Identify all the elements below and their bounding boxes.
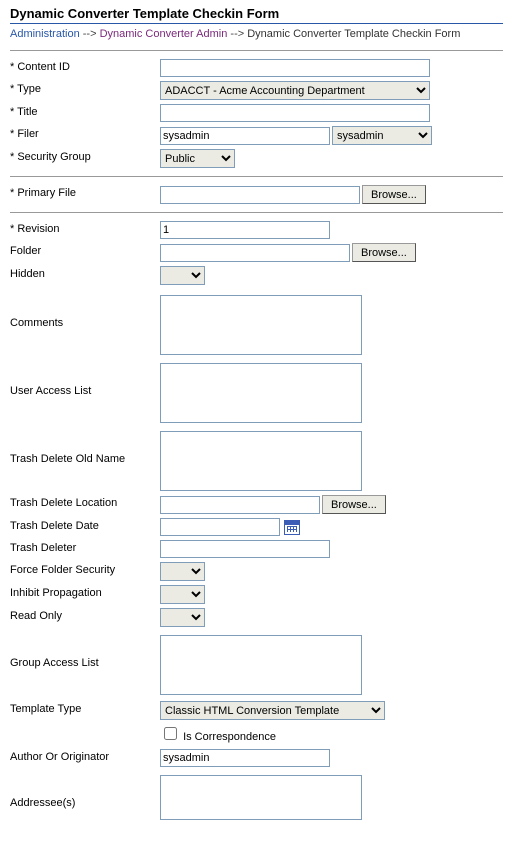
is-correspondence-label[interactable]: Is Correspondence xyxy=(183,731,276,743)
page-title: Dynamic Converter Template Checkin Form xyxy=(10,6,503,21)
breadcrumb-admin-link[interactable]: Administration xyxy=(10,28,80,40)
hidden-label: Hidden xyxy=(10,266,160,280)
trash-delete-date-label: Trash Delete Date xyxy=(10,518,160,532)
content-id-label: * Content ID xyxy=(10,59,160,73)
breadcrumb-separator: --> xyxy=(83,28,97,40)
read-only-label: Read Only xyxy=(10,608,160,622)
trash-delete-location-label: Trash Delete Location xyxy=(10,495,160,509)
revision-input[interactable] xyxy=(160,221,330,239)
type-select[interactable]: ADACCT - Acme Accounting Department xyxy=(160,81,430,100)
primary-file-browse-button[interactable]: Browse... xyxy=(362,185,426,204)
inhibit-propagation-label: Inhibit Propagation xyxy=(10,585,160,599)
security-group-select[interactable]: Public xyxy=(160,149,235,168)
trash-delete-location-browse-button[interactable]: Browse... xyxy=(322,495,386,514)
primary-file-label: * Primary File xyxy=(10,185,160,199)
divider xyxy=(10,176,503,177)
trash-deleter-label: Trash Deleter xyxy=(10,540,160,554)
force-folder-security-select[interactable] xyxy=(160,562,205,581)
security-group-label: * Security Group xyxy=(10,149,160,163)
folder-input[interactable] xyxy=(160,244,350,262)
trash-deleter-input[interactable] xyxy=(160,540,330,558)
content-id-input[interactable] xyxy=(160,59,430,77)
folder-label: Folder xyxy=(10,243,160,257)
addressee-label: Addressee(s) xyxy=(10,775,160,809)
primary-file-input[interactable] xyxy=(160,186,360,204)
folder-browse-button[interactable]: Browse... xyxy=(352,243,416,262)
breadcrumb: Administration --> Dynamic Converter Adm… xyxy=(10,28,503,40)
breadcrumb-dc-admin-link[interactable]: Dynamic Converter Admin xyxy=(100,28,228,40)
author-or-originator-input[interactable] xyxy=(160,749,330,767)
inhibit-propagation-select[interactable] xyxy=(160,585,205,604)
type-label: * Type xyxy=(10,81,160,95)
title-label: * Title xyxy=(10,104,160,118)
comments-label: Comments xyxy=(10,295,160,329)
force-folder-security-label: Force Folder Security xyxy=(10,562,160,576)
divider xyxy=(10,50,503,51)
trash-delete-date-input[interactable] xyxy=(160,518,280,536)
is-correspondence-checkbox[interactable] xyxy=(164,727,177,740)
template-type-select[interactable]: Classic HTML Conversion Template xyxy=(160,701,385,720)
group-access-list-textarea[interactable] xyxy=(160,635,362,695)
author-or-originator-label: Author Or Originator xyxy=(10,749,160,763)
divider xyxy=(10,212,503,213)
template-type-label: Template Type xyxy=(10,701,160,715)
user-access-list-label: User Access List xyxy=(10,363,160,397)
comments-textarea[interactable] xyxy=(160,295,362,355)
hidden-select[interactable] xyxy=(160,266,205,285)
filer-select[interactable]: sysadmin xyxy=(332,126,432,145)
trash-delete-old-name-textarea[interactable] xyxy=(160,431,362,491)
breadcrumb-current: Dynamic Converter Template Checkin Form xyxy=(247,28,460,40)
filer-label: * Filer xyxy=(10,126,160,140)
trash-delete-old-name-label: Trash Delete Old Name xyxy=(10,431,160,465)
group-access-list-label: Group Access List xyxy=(10,635,160,669)
calendar-icon[interactable] xyxy=(284,520,300,535)
read-only-select[interactable] xyxy=(160,608,205,627)
user-access-list-textarea[interactable] xyxy=(160,363,362,423)
title-input[interactable] xyxy=(160,104,430,122)
revision-label: * Revision xyxy=(10,221,160,235)
addressee-textarea[interactable] xyxy=(160,775,362,820)
breadcrumb-separator: --> xyxy=(230,28,244,40)
trash-delete-location-input[interactable] xyxy=(160,496,320,514)
title-underline xyxy=(10,23,503,24)
filer-input[interactable] xyxy=(160,127,330,145)
